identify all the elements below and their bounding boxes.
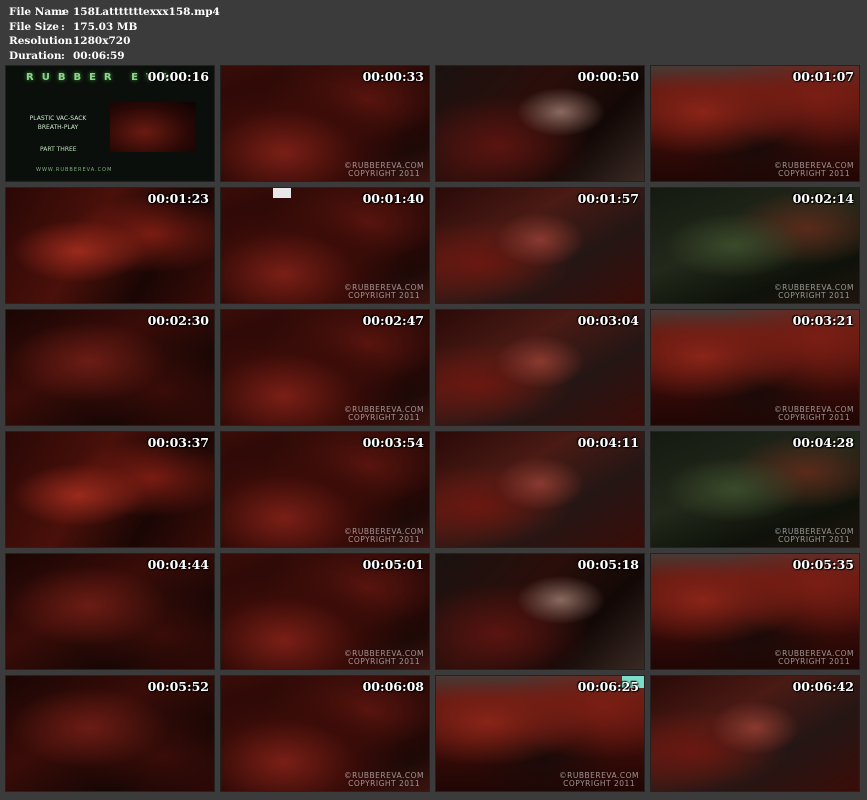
watermark-line2: COPYRIGHT 2011: [778, 413, 851, 422]
video-thumbnail[interactable]: ©RUBBEREVA.COM COPYRIGHT 2011 00:01:40: [220, 187, 430, 304]
timestamp: 00:06:25: [577, 679, 639, 694]
watermark-line2: COPYRIGHT 2011: [348, 291, 421, 300]
watermark-line2: COPYRIGHT 2011: [563, 779, 636, 788]
video-thumbnail[interactable]: ©RUBBEREVA.COM COPYRIGHT 2011 00:02:47: [220, 309, 430, 426]
timestamp: 00:06:42: [792, 679, 854, 694]
video-thumbnail[interactable]: ©RUBBEREVA.COM COPYRIGHT 2011 00:03:54: [220, 431, 430, 548]
watermark-line2: COPYRIGHT 2011: [778, 657, 851, 666]
watermark-line2: COPYRIGHT 2011: [348, 779, 421, 788]
timestamp: 00:03:37: [147, 435, 209, 450]
video-thumbnail[interactable]: 00:05:52: [5, 675, 215, 792]
timestamp: 00:04:11: [577, 435, 639, 450]
video-thumbnail[interactable]: 00:05:18: [435, 553, 645, 670]
video-thumbnail[interactable]: ©RUBBEREVA.COM COPYRIGHT 2011 00:01:07: [650, 65, 860, 182]
video-thumbnail[interactable]: 00:01:23: [5, 187, 215, 304]
timestamp: 00:02:30: [147, 313, 209, 328]
video-thumbnail[interactable]: ©RUBBEREVA.COM COPYRIGHT 2011 00:06:08: [220, 675, 430, 792]
video-thumbnail[interactable]: 00:00:50: [435, 65, 645, 182]
watermark-line2: COPYRIGHT 2011: [348, 657, 421, 666]
timestamp: 00:04:44: [147, 557, 209, 572]
timestamp: 00:05:52: [147, 679, 209, 694]
watermark: ©RUBBEREVA.COM COPYRIGHT 2011: [344, 406, 424, 422]
video-thumbnail[interactable]: 00:01:57: [435, 187, 645, 304]
watermark: ©RUBBEREVA.COM COPYRIGHT 2011: [344, 162, 424, 178]
timestamp: 00:01:40: [362, 191, 424, 206]
watermark: ©RUBBEREVA.COM COPYRIGHT 2011: [559, 772, 639, 788]
watermark: ©RUBBEREVA.COM COPYRIGHT 2011: [774, 406, 854, 422]
timestamp: 00:00:16: [147, 69, 209, 84]
watermark: ©RUBBEREVA.COM COPYRIGHT 2011: [344, 284, 424, 300]
timestamp: 00:02:47: [362, 313, 424, 328]
video-thumbnail[interactable]: 00:04:11: [435, 431, 645, 548]
video-thumbnail[interactable]: ©RUBBEREVA.COM COPYRIGHT 2011 00:05:01: [220, 553, 430, 670]
title-subtitle-line1: PLASTIC VAC-SACK: [29, 115, 87, 122]
watermark-line2: COPYRIGHT 2011: [778, 291, 851, 300]
video-thumbnail[interactable]: 00:02:30: [5, 309, 215, 426]
light-patch: [273, 188, 291, 198]
video-thumbnail[interactable]: ©RUBBEREVA.COM COPYRIGHT 2011 00:05:35: [650, 553, 860, 670]
watermark: ©RUBBEREVA.COM COPYRIGHT 2011: [774, 284, 854, 300]
watermark-line2: COPYRIGHT 2011: [348, 535, 421, 544]
timestamp: 00:01:57: [577, 191, 639, 206]
video-thumbnail[interactable]: 00:06:42: [650, 675, 860, 792]
video-thumbnail[interactable]: 00:03:04: [435, 309, 645, 426]
timestamp: 00:03:04: [577, 313, 639, 328]
video-thumbnail[interactable]: RUBBER EVA PLASTIC VAC-SACK BREATH-PLAY PAR…: [5, 65, 215, 182]
watermark: ©RUBBEREVA.COM COPYRIGHT 2011: [774, 162, 854, 178]
watermark-line2: COPYRIGHT 2011: [348, 413, 421, 422]
timestamp: 00:01:23: [147, 191, 209, 206]
watermark-line2: COPYRIGHT 2011: [778, 169, 851, 178]
video-thumbnail[interactable]: 00:04:44: [5, 553, 215, 670]
title-subtitle: PLASTIC VAC-SACK BREATH-PLAY: [18, 114, 98, 132]
watermark: ©RUBBEREVA.COM COPYRIGHT 2011: [774, 650, 854, 666]
video-thumbnail[interactable]: ©RUBBEREVA.COM COPYRIGHT 2011 00:04:28: [650, 431, 860, 548]
video-thumbnail[interactable]: ©RUBBEREVA.COM COPYRIGHT 2011 00:03:21: [650, 309, 860, 426]
video-thumbnail[interactable]: ©RUBBEREVA.COM COPYRIGHT 2011 00:06:25: [435, 675, 645, 792]
watermark: ©RUBBEREVA.COM COPYRIGHT 2011: [344, 650, 424, 666]
timestamp: 00:02:14: [792, 191, 854, 206]
timestamp: 00:03:54: [362, 435, 424, 450]
video-thumbnail[interactable]: 00:03:37: [5, 431, 215, 548]
timestamp: 00:04:28: [792, 435, 854, 450]
watermark-line2: COPYRIGHT 2011: [778, 535, 851, 544]
timestamp: 00:03:21: [792, 313, 854, 328]
timestamp: 00:00:33: [362, 69, 424, 84]
title-part: PART THREE: [40, 146, 77, 153]
watermark: ©RUBBEREVA.COM COPYRIGHT 2011: [774, 528, 854, 544]
timestamp: 00:05:35: [792, 557, 854, 572]
thumbnail-grid: RUBBER EVA PLASTIC VAC-SACK BREATH-PLAY PAR…: [0, 0, 867, 800]
watermark: ©RUBBEREVA.COM COPYRIGHT 2011: [344, 528, 424, 544]
timestamp: 00:01:07: [792, 69, 854, 84]
timestamp: 00:05:01: [362, 557, 424, 572]
timestamp: 00:00:50: [577, 69, 639, 84]
title-subtitle-line2: BREATH-PLAY: [37, 124, 79, 131]
video-thumbnail[interactable]: ©RUBBEREVA.COM COPYRIGHT 2011 00:00:33: [220, 65, 430, 182]
timestamp: 00:05:18: [577, 557, 639, 572]
title-inset-image: [110, 102, 196, 152]
video-thumbnail[interactable]: ©RUBBEREVA.COM COPYRIGHT 2011 00:02:14: [650, 187, 860, 304]
title-site: WWW.RUBBEREVA.COM: [36, 167, 113, 173]
watermark-line2: COPYRIGHT 2011: [348, 169, 421, 178]
watermark: ©RUBBEREVA.COM COPYRIGHT 2011: [344, 772, 424, 788]
timestamp: 00:06:08: [362, 679, 424, 694]
